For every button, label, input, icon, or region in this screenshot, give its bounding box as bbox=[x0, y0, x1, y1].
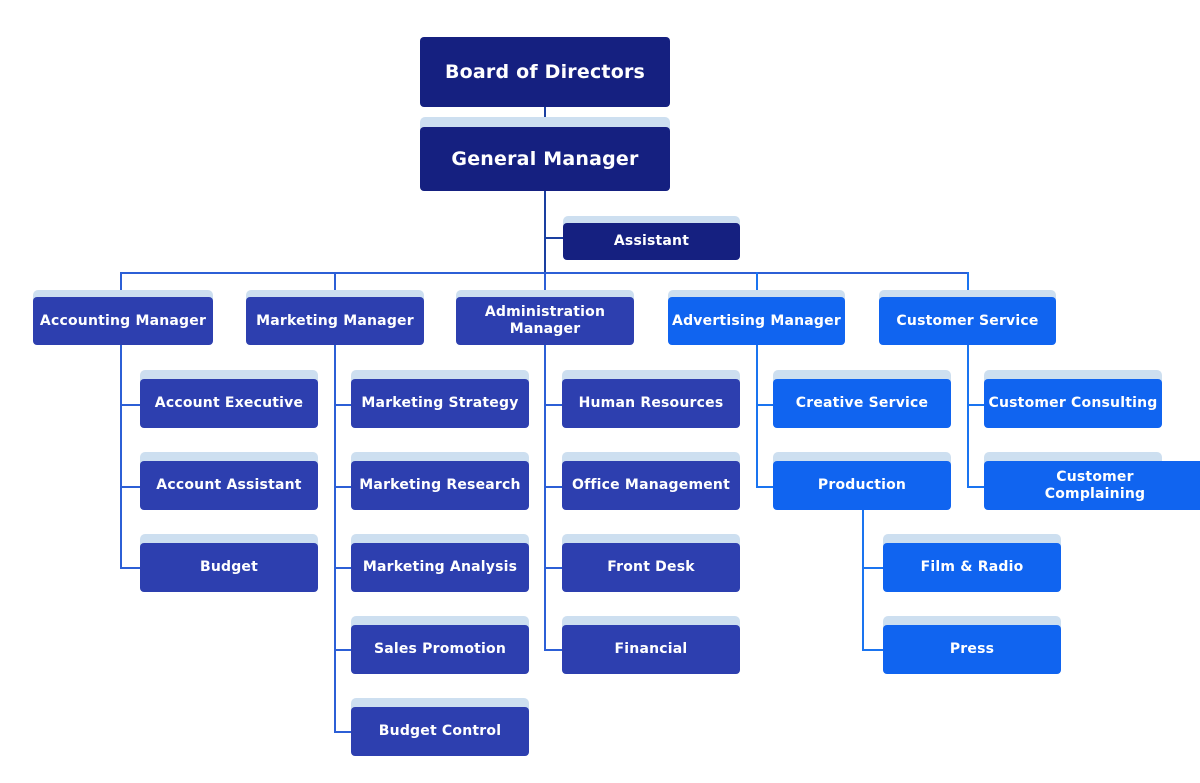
node-label: Film & Radio bbox=[883, 543, 1061, 592]
connector-stub-film-radio bbox=[862, 567, 884, 569]
node-label: Marketing Research bbox=[351, 461, 529, 510]
node-marketing-analysis[interactable]: Marketing Analysis bbox=[351, 534, 529, 592]
node-budget[interactable]: Budget bbox=[140, 534, 318, 592]
node-office-management[interactable]: Office Management bbox=[562, 452, 740, 510]
node-marketing-strategy[interactable]: Marketing Strategy bbox=[351, 370, 529, 428]
node-customer-complaining[interactable]: Customer Complaining bbox=[984, 452, 1200, 510]
node-press[interactable]: Press bbox=[883, 616, 1061, 674]
node-film-and-radio[interactable]: Film & Radio bbox=[883, 534, 1061, 592]
connector-stub-front-desk bbox=[544, 567, 563, 569]
node-label: Marketing Manager bbox=[246, 297, 424, 345]
node-label: Marketing Analysis bbox=[351, 543, 529, 592]
node-label: Financial bbox=[562, 625, 740, 674]
connector-spine-accounting bbox=[120, 345, 122, 567]
node-marketing-manager[interactable]: Marketing Manager bbox=[246, 290, 424, 345]
connector-gm-to-assistant bbox=[544, 237, 564, 239]
connector-stub-customer-consulting bbox=[967, 404, 984, 406]
node-front-desk[interactable]: Front Desk bbox=[562, 534, 740, 592]
connector-stub-creative-service bbox=[756, 404, 774, 406]
node-label: Board of Directors bbox=[420, 37, 670, 107]
connector-stub-office-management bbox=[544, 486, 563, 488]
node-label: Office Management bbox=[562, 461, 740, 510]
node-label: Customer Consulting bbox=[984, 379, 1162, 428]
node-production[interactable]: Production bbox=[773, 452, 951, 510]
node-label: Administration Manager bbox=[456, 297, 634, 345]
connector-spine-advertising bbox=[756, 345, 758, 487]
node-label: Press bbox=[883, 625, 1061, 674]
node-label: Account Executive bbox=[140, 379, 318, 428]
node-label: Human Resources bbox=[562, 379, 740, 428]
node-human-resources[interactable]: Human Resources bbox=[562, 370, 740, 428]
node-label: Advertising Manager bbox=[668, 297, 845, 345]
connector-stub-marketing-research bbox=[334, 486, 352, 488]
node-financial[interactable]: Financial bbox=[562, 616, 740, 674]
node-customer-service[interactable]: Customer Service bbox=[879, 290, 1056, 345]
connector-spine-customer-service bbox=[967, 345, 969, 487]
node-marketing-research[interactable]: Marketing Research bbox=[351, 452, 529, 510]
org-chart: Board of Directors General Manager Assis… bbox=[0, 0, 1200, 783]
node-label: Front Desk bbox=[562, 543, 740, 592]
node-customer-consulting[interactable]: Customer Consulting bbox=[984, 370, 1162, 428]
connector-stub-marketing-analysis bbox=[334, 567, 352, 569]
node-creative-service[interactable]: Creative Service bbox=[773, 370, 951, 428]
node-label: Budget bbox=[140, 543, 318, 592]
node-label: Customer Service bbox=[879, 297, 1056, 345]
node-label: Assistant bbox=[563, 223, 740, 260]
connector-stub-account-assistant bbox=[120, 486, 141, 488]
node-general-manager[interactable]: General Manager bbox=[420, 117, 670, 191]
node-assistant[interactable]: Assistant bbox=[563, 216, 740, 260]
connector-stub-human-resources bbox=[544, 404, 563, 406]
connector-stub-account-executive bbox=[120, 404, 141, 406]
node-advertising-manager[interactable]: Advertising Manager bbox=[668, 290, 845, 345]
node-sales-promotion[interactable]: Sales Promotion bbox=[351, 616, 529, 674]
connector-stub-budget bbox=[120, 567, 141, 569]
node-label: Accounting Manager bbox=[33, 297, 213, 345]
connector-stub-production bbox=[756, 486, 774, 488]
connector-spine-production bbox=[862, 507, 864, 649]
node-label: Creative Service bbox=[773, 379, 951, 428]
connector-stub-budget-control bbox=[334, 731, 352, 733]
node-label: Marketing Strategy bbox=[351, 379, 529, 428]
connector-stub-financial bbox=[544, 649, 563, 651]
connector-stub-press bbox=[862, 649, 884, 651]
node-board-of-directors[interactable]: Board of Directors bbox=[420, 37, 670, 107]
connector-stub-marketing-strategy bbox=[334, 404, 352, 406]
node-account-assistant[interactable]: Account Assistant bbox=[140, 452, 318, 510]
connector-stub-customer-complaining bbox=[967, 486, 984, 488]
node-label: Budget Control bbox=[351, 707, 529, 756]
node-account-executive[interactable]: Account Executive bbox=[140, 370, 318, 428]
node-label: Production bbox=[773, 461, 951, 510]
node-administration-manager[interactable]: Administration Manager bbox=[456, 290, 634, 345]
node-label: Account Assistant bbox=[140, 461, 318, 510]
node-label: Customer Complaining bbox=[984, 461, 1200, 510]
node-label: General Manager bbox=[420, 127, 670, 191]
node-budget-control[interactable]: Budget Control bbox=[351, 698, 529, 756]
connector-gm-trunk bbox=[544, 190, 546, 274]
connector-stub-sales-promotion bbox=[334, 649, 352, 651]
node-accounting-manager[interactable]: Accounting Manager bbox=[33, 290, 213, 345]
node-label: Sales Promotion bbox=[351, 625, 529, 674]
connector-spine-administration bbox=[544, 345, 546, 650]
